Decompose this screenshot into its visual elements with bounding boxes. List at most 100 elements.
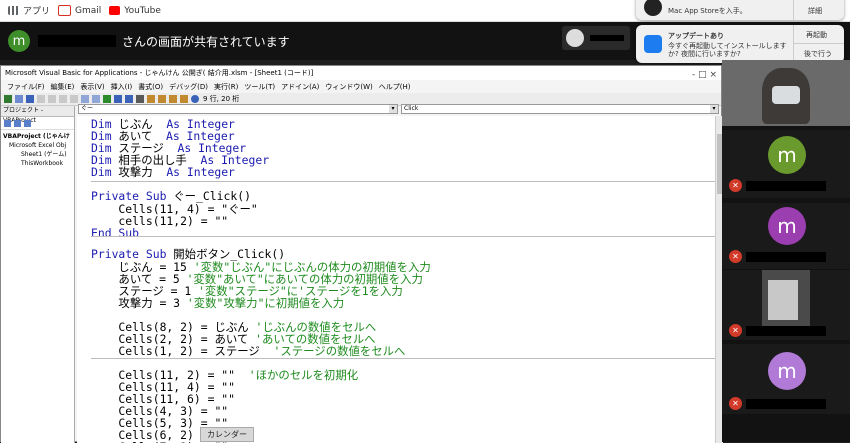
properties-icon[interactable] [158, 95, 166, 103]
cut-icon[interactable] [37, 95, 45, 103]
gmail-icon [58, 5, 72, 16]
restart-button[interactable]: 再起動 [806, 30, 827, 40]
notification-title: アップデートあり [668, 32, 724, 40]
participant-video [722, 60, 850, 126]
stop-icon[interactable] [125, 95, 133, 103]
menu-window[interactable]: ウィンドウ(W) [325, 82, 372, 92]
notification-actions: 再起動 後で行う [793, 25, 844, 63]
menu-tools[interactable]: ツール(T) [244, 82, 275, 92]
procedure-separator [91, 358, 715, 359]
camera-feed [762, 270, 810, 330]
object-combo[interactable]: ぐー ▾ [78, 104, 398, 114]
code-line[interactable]: End Sub [91, 227, 139, 239]
participant-panel: m ✕ m ✕ ✕ m ✕ [722, 60, 850, 442]
details-button[interactable]: 詳細 [808, 6, 822, 16]
menu-edit[interactable]: 編集(E) [51, 82, 75, 92]
menu-debug[interactable]: デバッグ(D) [169, 82, 208, 92]
toolbox-icon[interactable] [180, 95, 188, 103]
redacted-name [746, 326, 826, 336]
copy-icon[interactable] [48, 95, 56, 103]
bookmark-gmail[interactable]: Gmail [58, 5, 101, 16]
code-line[interactable]: Private Sub 開始ボタン_Click() [91, 248, 285, 260]
project-explorer: プロジェクト - VBAProject VBAProject (じゃんけ Mic… [1, 106, 75, 443]
participant-video[interactable]: ✕ [722, 270, 850, 340]
vba-editor-window: Microsoft Visual Basic for Applications … [0, 65, 723, 443]
code-editor[interactable]: Dim じぶん As Integer Dim あいて As Integer Dim … [77, 116, 715, 443]
run-icon[interactable] [103, 95, 111, 103]
design-mode-icon[interactable] [136, 95, 144, 103]
participant-tile[interactable]: m ✕ [722, 203, 850, 269]
share-status-text: さんの画面が共有されています [122, 34, 290, 49]
chevron-down-icon[interactable]: ▾ [389, 105, 397, 113]
window-controls[interactable]: - □ × [692, 68, 717, 80]
mask [772, 86, 800, 104]
avatar: m [768, 136, 806, 174]
notification-body: 今すぐ再起動してインストールしますか? 夜間に行いますか? [668, 42, 787, 58]
later-button[interactable]: 後で行う [804, 49, 832, 59]
mic-muted-icon: ✕ [729, 397, 742, 410]
notification-side: 詳細 [793, 0, 844, 20]
redacted-name [746, 252, 826, 262]
find-icon[interactable] [70, 95, 78, 103]
procedure-separator [91, 181, 715, 182]
view-object-icon[interactable] [14, 119, 21, 127]
menu-bar: ファイル(F) 編集(E) 表示(V) 挿入(I) 書式(O) デバッグ(D) … [1, 80, 721, 93]
notification-text: Mac App Storeを入手。 [668, 7, 747, 15]
screen-glare [768, 280, 798, 320]
participant-tile[interactable]: m ✕ [722, 130, 850, 198]
avatar: m [768, 207, 806, 245]
notification-update[interactable]: アップデートあり 今すぐ再起動してインストールしますか? 夜間に行いますか? 再… [636, 25, 844, 63]
paste-icon[interactable] [59, 95, 67, 103]
tree-item-thisworkbook[interactable]: ThisWorkbook [1, 159, 74, 168]
bookmark-label: Gmail [75, 5, 102, 16]
menu-help[interactable]: ヘルプ(H) [379, 82, 411, 92]
view-options-button[interactable] [562, 26, 630, 50]
menu-view[interactable]: 表示(V) [80, 82, 104, 92]
object-combo-value: ぐー [81, 105, 94, 112]
project-explorer-icon[interactable] [147, 95, 155, 103]
tree-item-sheet1[interactable]: Sheet1 (ゲーム) [1, 150, 74, 159]
cursor-position: 9 行, 20 桁 [203, 95, 240, 103]
redacted-name [746, 399, 826, 409]
mic-muted-icon: ✕ [729, 250, 742, 263]
app-store-icon [644, 35, 662, 53]
participant-tile[interactable]: m ✕ [722, 344, 850, 414]
save-icon[interactable] [26, 95, 34, 103]
window-title: Microsoft Visual Basic for Applications … [1, 66, 721, 80]
avatar: m [8, 30, 30, 52]
insert-icon[interactable] [15, 95, 23, 103]
menu-file[interactable]: ファイル(F) [7, 82, 45, 92]
help-icon[interactable] [191, 95, 199, 103]
code-line[interactable]: Private Sub ぐー_Click() [91, 190, 251, 202]
procedure-combo[interactable]: Click ▾ [401, 104, 719, 114]
object-browser-icon[interactable] [169, 95, 177, 103]
redacted-label [590, 35, 624, 41]
code-line[interactable]: 攻撃力 = 3 '変数"攻撃力"に初期値を入力 [91, 297, 344, 309]
project-explorer-title: プロジェクト - VBAProject [1, 106, 74, 124]
notification-app-store[interactable]: Mac App Storeを入手。 詳細 [636, 0, 844, 20]
avatar: m [768, 352, 806, 390]
tree-item-project[interactable]: VBAProject (じゃんけ [1, 132, 74, 141]
code-line[interactable]: Dim 攻撃力 As Integer [91, 166, 235, 178]
menu-format[interactable]: 書式(O) [138, 82, 163, 92]
toggle-folders-icon[interactable] [24, 119, 31, 127]
redo-icon[interactable] [92, 95, 100, 103]
code-line[interactable]: Cells(1, 2) = ステージ 'ステージの数値をセルへ [91, 345, 405, 357]
menu-run[interactable]: 実行(R) [214, 82, 238, 92]
chevron-down-icon[interactable]: ▾ [710, 105, 718, 113]
redacted-name [38, 35, 116, 47]
apps-grid-icon [8, 6, 19, 15]
bookmark-apps[interactable]: アプリ [8, 4, 50, 17]
undo-icon[interactable] [81, 95, 89, 103]
tree-item-objects[interactable]: Microsoft Excel Obj [1, 141, 74, 150]
view-code-icon[interactable] [4, 119, 11, 127]
taskbar-tooltip: カレンダー [200, 427, 254, 442]
pause-icon[interactable] [114, 95, 122, 103]
menu-addins[interactable]: アドイン(A) [281, 82, 319, 92]
procedure-combo-value: Click [404, 105, 419, 112]
menu-insert[interactable]: 挿入(I) [111, 82, 133, 92]
window-title-text: Microsoft Visual Basic for Applications … [5, 69, 314, 77]
bookmark-youtube[interactable]: YouTube [109, 6, 161, 16]
mic-muted-icon: ✕ [729, 324, 742, 337]
excel-icon[interactable] [4, 95, 12, 103]
